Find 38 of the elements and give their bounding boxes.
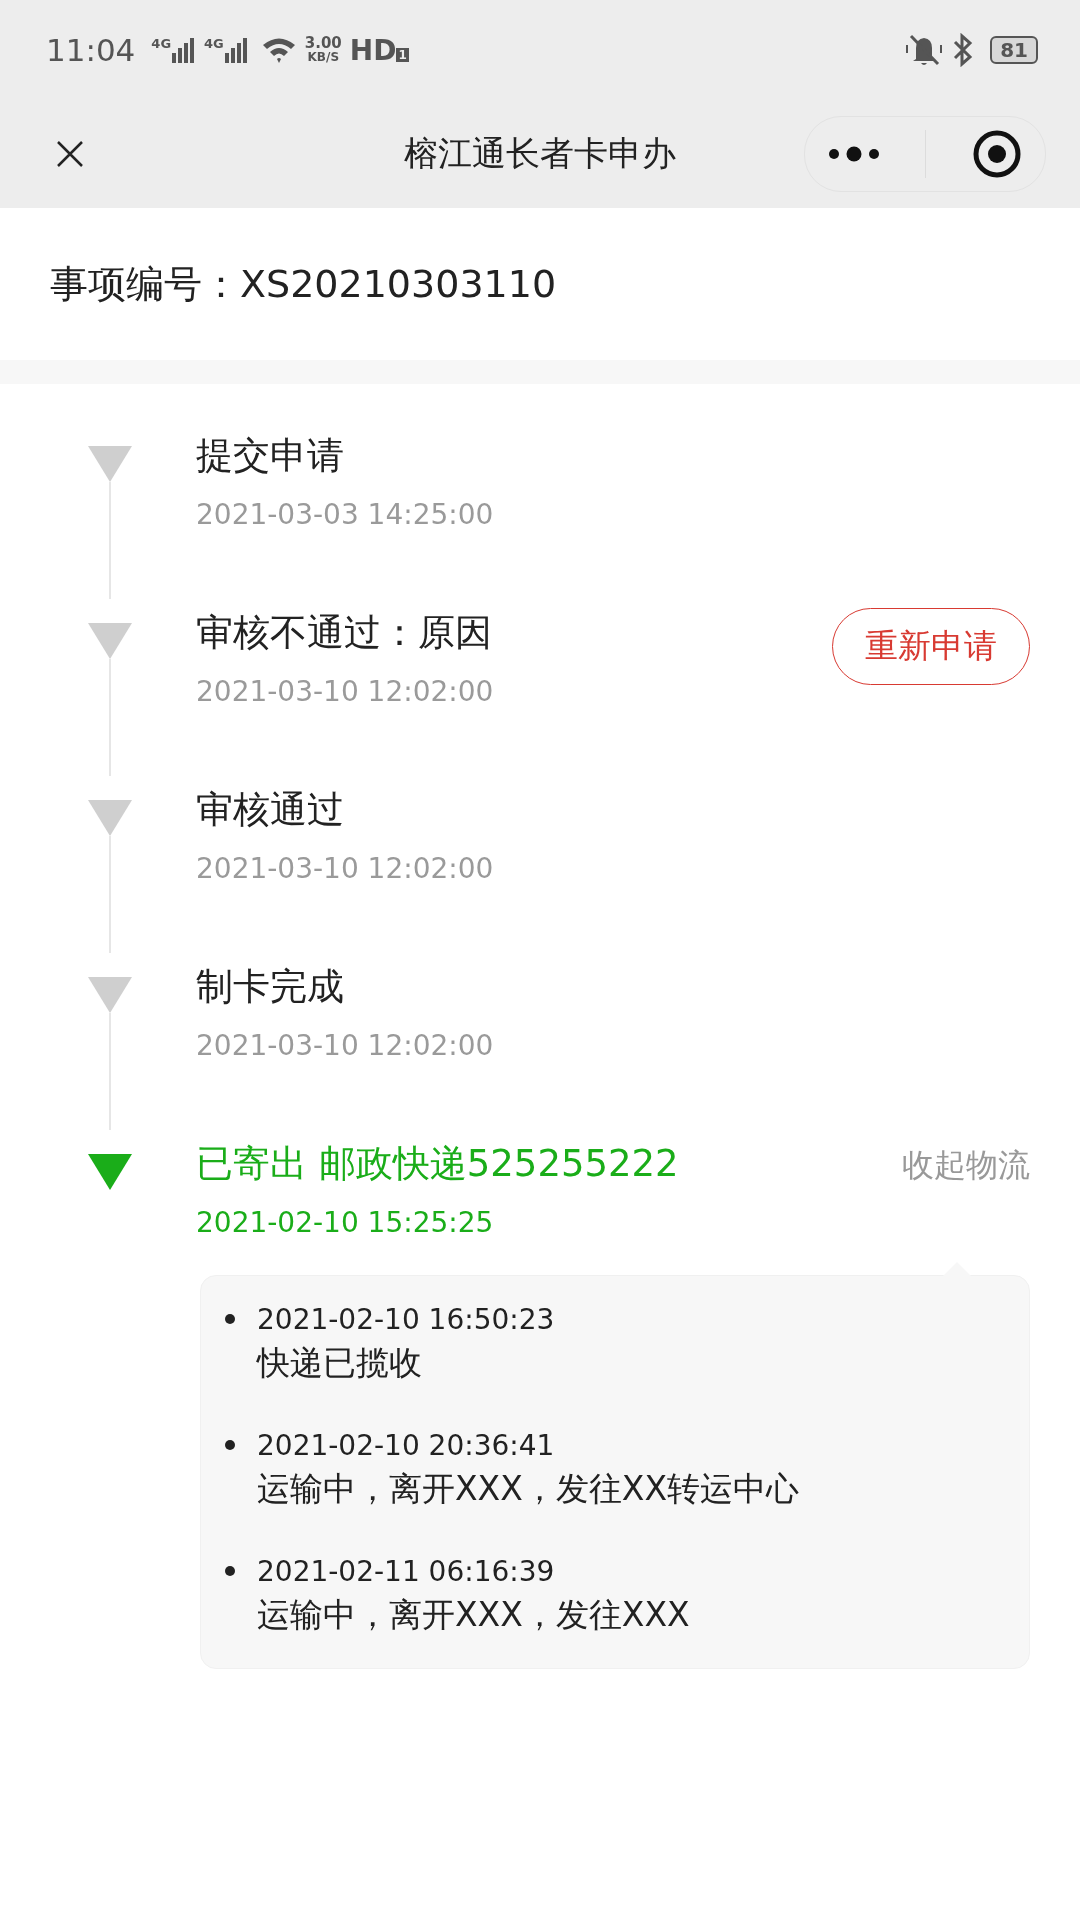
bullet-icon [225, 1314, 235, 1324]
bullet-icon [225, 1440, 235, 1450]
step-title: 审核不通过：原因 [196, 610, 493, 656]
step-title: 已寄出 邮政快递525255222 [196, 1141, 680, 1187]
step-time: 2021-03-10 12:02:00 [196, 1029, 495, 1062]
target-icon[interactable] [972, 129, 1023, 179]
step-time: 2021-02-10 15:25:25 [196, 1206, 495, 1239]
page-title: 榕江通长者卡申办 [403, 132, 677, 175]
logistics-status: 快递已揽收 [257, 1342, 423, 1384]
status-time: 11:04 [46, 32, 136, 68]
step-time: 2021-03-10 12:02:00 [196, 852, 495, 885]
speed-unit: KB/S [307, 50, 340, 64]
step-title: 提交申请 [196, 433, 345, 479]
muted-bell-icon [904, 33, 945, 67]
step-time: 2021-03-03 14:25:00 [196, 498, 495, 531]
logistics-status: 运输中，离开XXX，发往XX转运中心 [257, 1468, 800, 1510]
logistics-time: 2021-02-10 16:50:23 [257, 1302, 555, 1338]
bullet-icon [225, 1566, 235, 1576]
network-label: 4G [204, 37, 224, 50]
logistics-time: 2021-02-10 20:36:41 [257, 1428, 556, 1464]
close-icon[interactable] [56, 140, 84, 168]
network-label: 4G [151, 37, 172, 50]
step-title: 审核通过 [196, 787, 345, 833]
signal-icon [224, 37, 249, 63]
reapply-button[interactable]: 重新申请 [832, 608, 1030, 685]
step-title: 制卡完成 [196, 964, 345, 1010]
hd-index: 1 [396, 48, 409, 62]
collapse-link[interactable]: 收起物流 [902, 1144, 1030, 1188]
logistics-status: 运输中，离开XXX，发往XXX [257, 1594, 690, 1636]
signal-icon [172, 37, 197, 63]
item-number: 事项编号：XS20210303110 [50, 260, 557, 308]
more-icon[interactable] [827, 146, 880, 162]
logistics-time: 2021-02-11 06:16:39 [257, 1554, 556, 1590]
speed-value: 3.00 [304, 36, 342, 50]
step-time: 2021-03-10 12:02:00 [196, 675, 495, 708]
battery-indicator: 81 [990, 36, 1038, 64]
hd-label: HD [349, 33, 397, 67]
bluetooth-icon [952, 33, 975, 67]
